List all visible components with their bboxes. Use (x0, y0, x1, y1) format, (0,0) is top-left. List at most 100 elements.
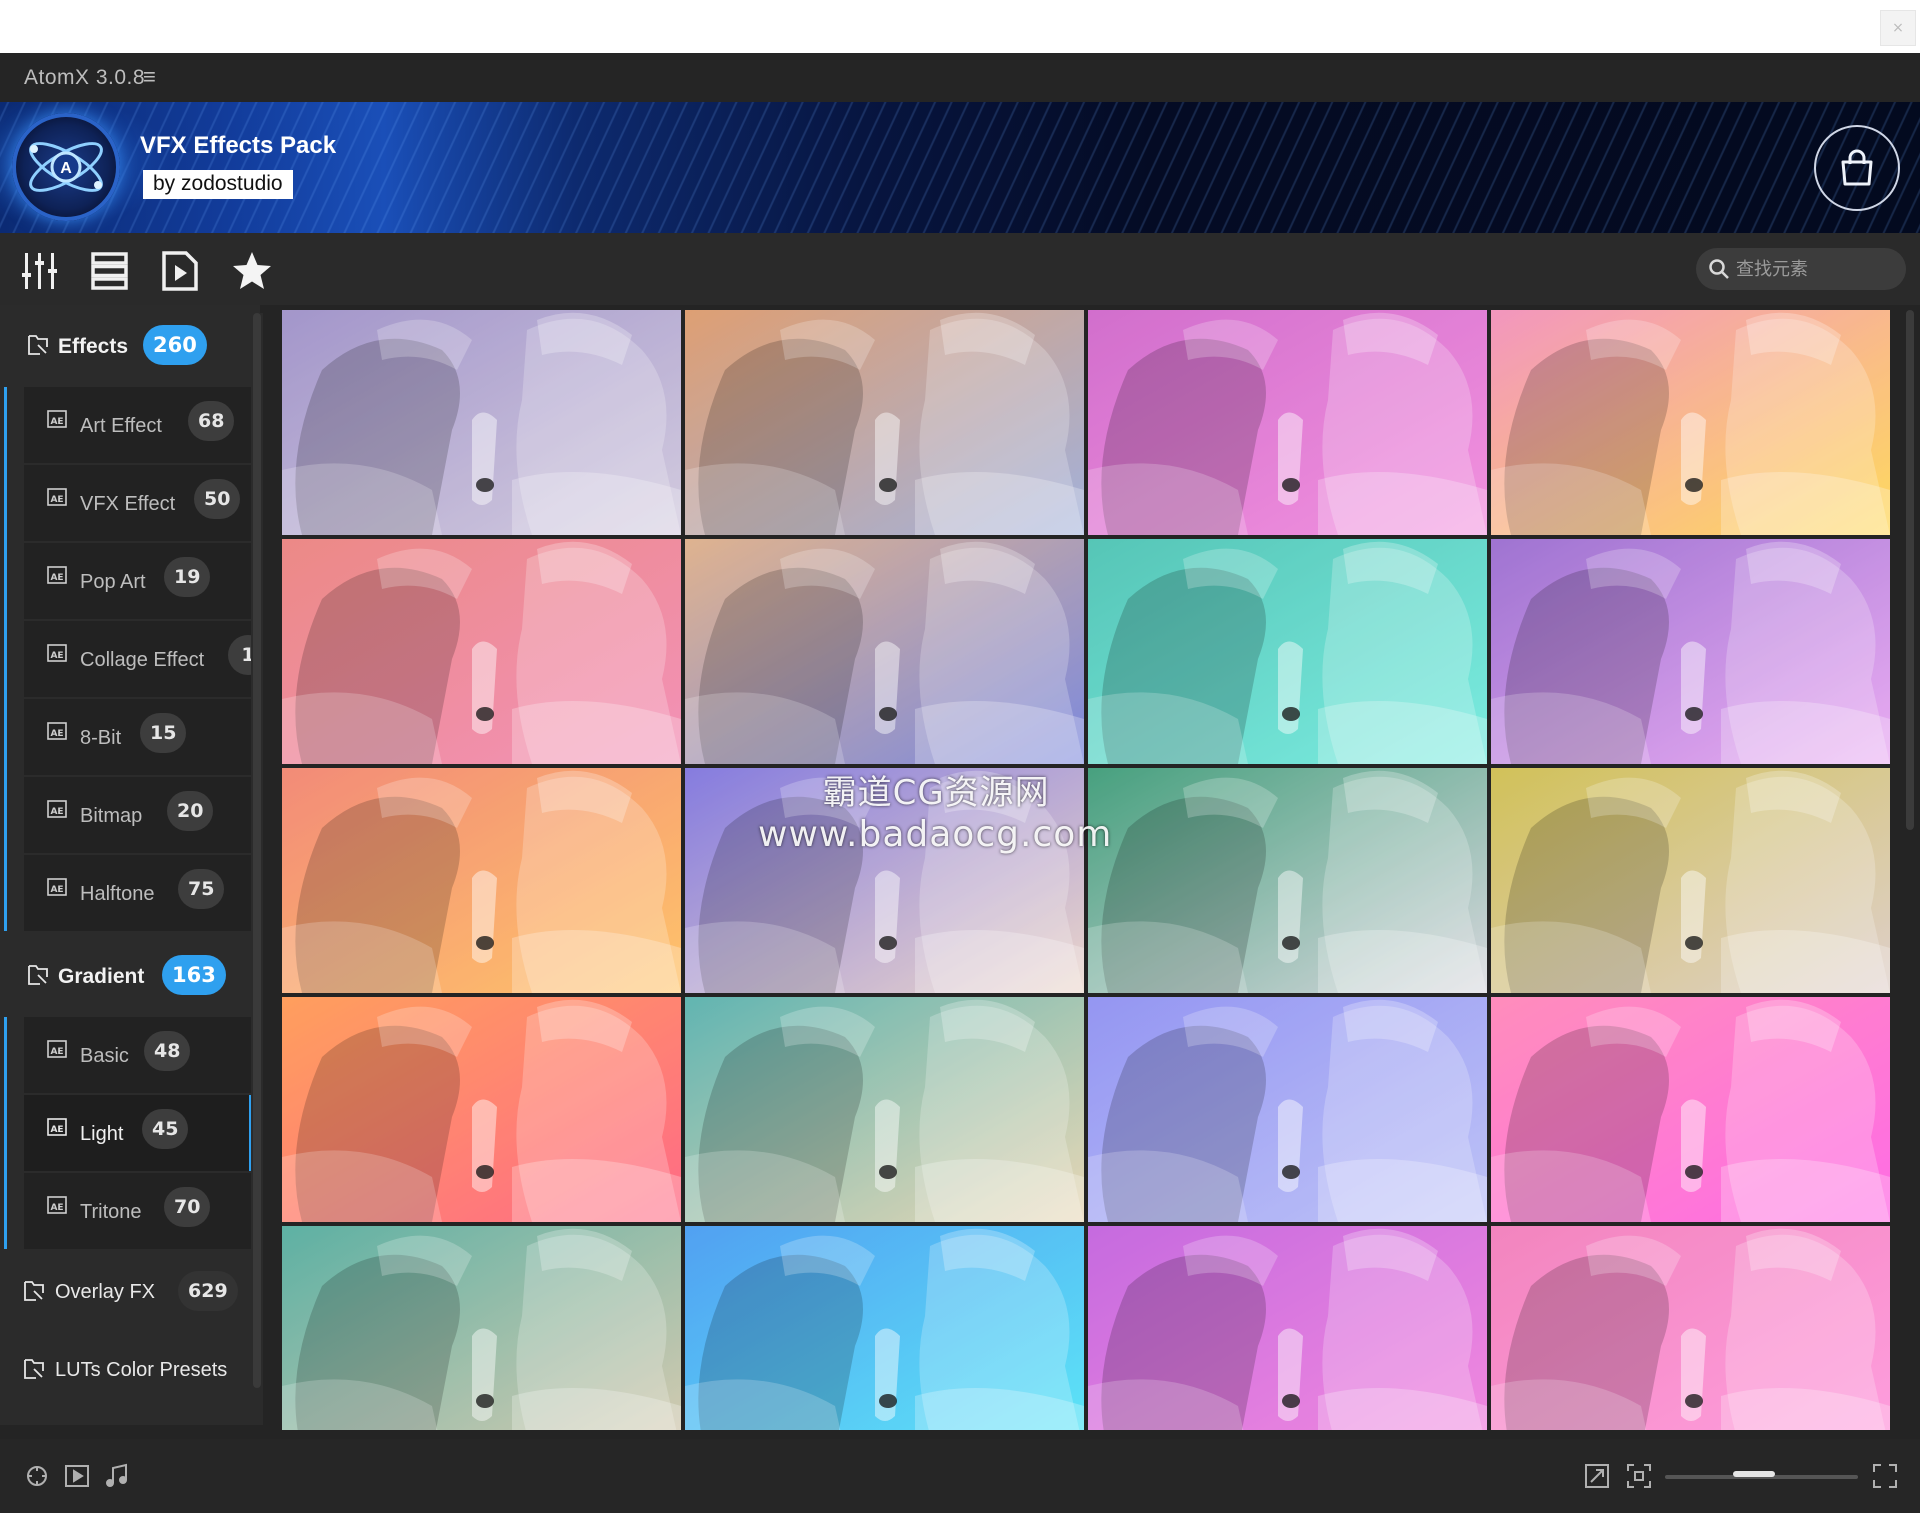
category-label: Overlay FX (55, 1281, 156, 1303)
preset-thumbnail[interactable] (1088, 1226, 1487, 1430)
category-overlay-fx[interactable]: Overlay FX 629 (0, 1257, 252, 1329)
preset-thumbnail[interactable] (1491, 768, 1890, 993)
gamepad-icon[interactable] (22, 1461, 52, 1491)
count-badge: 48 (144, 1031, 191, 1071)
svg-text:AE: AE (50, 417, 63, 427)
preset-thumbnail[interactable] (282, 310, 681, 535)
preset-thumbnail[interactable] (1491, 310, 1890, 535)
count-badge: 20 (167, 791, 214, 831)
preset-thumbnail[interactable] (282, 768, 681, 993)
subcategory-label: Bitmap (80, 805, 143, 827)
search-box[interactable] (1696, 248, 1906, 290)
zoom-slider-handle[interactable] (1732, 1471, 1775, 1477)
svg-text:AE: AE (50, 807, 63, 817)
pack-author: by zodostudio (143, 170, 293, 199)
svg-text:AE: AE (50, 1047, 63, 1057)
svg-text:AE: AE (50, 729, 63, 739)
subcategory-basic[interactable]: AE Basic 48 (24, 1017, 252, 1095)
subcategory-vfx-effect[interactable]: AE VFX Effect 50 (24, 465, 252, 543)
expand-icon[interactable] (1582, 1461, 1612, 1491)
music-note-icon[interactable] (102, 1461, 132, 1491)
star-icon[interactable] (230, 249, 274, 293)
fullscreen-icon[interactable] (1870, 1461, 1900, 1491)
hamburger-menu-icon[interactable]: ≡ (143, 64, 156, 90)
subcategory-pop-art[interactable]: AE Pop Art 19 (24, 543, 252, 621)
category-sidebar: Effects 260 AE Art Effect 68 AE VFX Effe… (0, 305, 260, 1425)
ae-file-icon: AE (47, 1196, 67, 1214)
search-icon (1708, 258, 1730, 280)
subcategory-art-effect[interactable]: AE Art Effect 68 (24, 387, 252, 465)
svg-text:AE: AE (50, 573, 63, 583)
atomx-logo: A (12, 113, 120, 221)
sliders-icon[interactable] (18, 249, 62, 293)
subcategory-bitmap[interactable]: AE Bitmap 20 (24, 777, 252, 855)
svg-text:AE: AE (50, 651, 63, 661)
count-badge: 260 (143, 325, 207, 365)
subcategory-collage-effect[interactable]: AE Collage Effect 1 (24, 621, 252, 699)
subcategory-halftone[interactable]: AE Halftone 75 (24, 855, 252, 933)
preset-thumbnail[interactable] (1491, 1226, 1890, 1430)
preset-thumbnail[interactable] (685, 539, 1084, 764)
count-badge: 19 (164, 557, 211, 597)
preset-thumbnail[interactable] (282, 1226, 681, 1430)
sidebar-scrollbar[interactable] (251, 313, 263, 1425)
ae-file-icon: AE (47, 1040, 67, 1058)
sidebar-scrollbar-thumb[interactable] (253, 313, 261, 1388)
subcategory-light[interactable]: AE Light 45 (24, 1095, 252, 1173)
toolbar (0, 233, 1920, 305)
preset-thumbnail[interactable] (1088, 310, 1487, 535)
svg-text:AE: AE (50, 495, 63, 505)
subcategory-label: VFX Effect (80, 493, 176, 515)
subcategory-tritone[interactable]: AE Tritone 70 (24, 1173, 252, 1251)
preset-thumbnail[interactable] (282, 539, 681, 764)
close-icon[interactable]: × (1880, 10, 1916, 46)
preset-thumbnail[interactable] (1491, 539, 1890, 764)
subcategory-label: Art Effect (80, 415, 162, 437)
preset-thumbnail[interactable] (685, 1226, 1084, 1430)
category-luts-color-presets[interactable]: LUTs Color Presets (0, 1335, 252, 1407)
folder-icon (24, 1359, 44, 1379)
svg-text:AE: AE (50, 1125, 63, 1135)
subcategory-label: Collage Effect (80, 649, 205, 671)
watermark-line-2: www.badaocg.com (758, 814, 1113, 855)
subcategory-label: Halftone (80, 883, 155, 905)
subcategory-8-bit[interactable]: AE 8-Bit 15 (24, 699, 252, 777)
media-file-icon[interactable] (158, 249, 202, 293)
status-bar (0, 1439, 1920, 1513)
search-input[interactable] (1734, 257, 1898, 281)
pack-banner: A VFX Effects Pack by zodostudio (0, 102, 1920, 233)
preset-thumbnail[interactable] (1088, 768, 1487, 993)
watermark-line-1: 霸道CG资源网 (822, 773, 1050, 813)
preset-thumbnail[interactable] (1088, 997, 1487, 1222)
pack-title: VFX Effects Pack (140, 132, 337, 159)
preset-thumbnail[interactable] (1491, 997, 1890, 1222)
folder-icon (28, 965, 48, 985)
preset-thumbnail[interactable] (282, 997, 681, 1222)
subcategory-label: Basic (80, 1045, 129, 1067)
category-label: Effects (58, 335, 129, 358)
folder-icon (24, 1281, 44, 1301)
atomx-panel: AtomX 3.0.8 ≡ A VFX Effects Pack by zodo… (0, 53, 1920, 1513)
fit-icon[interactable] (1624, 1461, 1654, 1491)
preset-thumbnail[interactable] (685, 310, 1084, 535)
ae-file-icon: AE (47, 566, 67, 584)
grid-scrollbar[interactable] (1906, 310, 1914, 830)
count-badge: 68 (188, 401, 235, 441)
folder-icon (28, 335, 48, 355)
category-next[interactable] (0, 1413, 252, 1425)
preset-thumbnail[interactable] (1088, 539, 1487, 764)
ae-file-icon: AE (47, 1118, 67, 1136)
preset-thumbnail[interactable] (685, 997, 1084, 1222)
count-badge: 70 (164, 1187, 211, 1227)
category-gradient[interactable]: Gradient 163 (0, 941, 252, 1013)
browser-strip: × (0, 0, 1920, 53)
count-badge: 629 (178, 1271, 238, 1311)
subcategory-label: Light (80, 1123, 124, 1145)
ae-file-icon: AE (47, 878, 67, 896)
category-effects[interactable]: Effects 260 (0, 311, 252, 383)
list-view-icon[interactable] (88, 249, 132, 293)
shopping-bag-icon[interactable] (1814, 125, 1900, 211)
preset-grid (282, 310, 1890, 1430)
ae-file-icon: AE (47, 410, 67, 428)
play-box-icon[interactable] (62, 1461, 92, 1491)
